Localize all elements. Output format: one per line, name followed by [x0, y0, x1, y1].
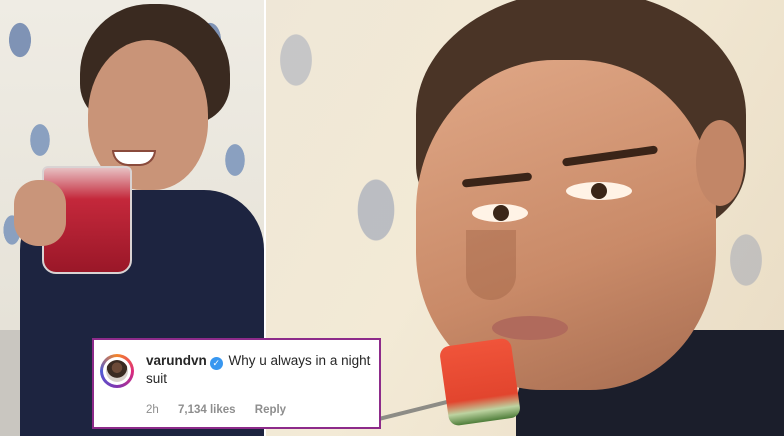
reply-button[interactable]: Reply [255, 404, 286, 416]
instagram-comment-card: varundvn ✓ Why u always in a night suit 2… [92, 338, 381, 429]
lips [492, 316, 568, 340]
hand [14, 180, 66, 246]
comment-likes[interactable]: 7,134 likes [178, 404, 236, 416]
avatar[interactable] [103, 357, 131, 385]
comment-body: varundvn ✓ Why u always in a night suit [146, 352, 371, 387]
comment-username[interactable]: varundvn [146, 353, 207, 368]
verified-badge-icon: ✓ [209, 357, 223, 370]
comment-time: 2h [146, 404, 159, 416]
watermelon-slice [438, 337, 522, 427]
eye [472, 204, 528, 222]
eye [566, 182, 632, 200]
face [416, 60, 716, 390]
comment-meta: 2h 7,134 likes Reply [146, 404, 302, 416]
ear [696, 120, 744, 206]
story-ring[interactable] [100, 354, 134, 388]
nose [466, 230, 516, 300]
